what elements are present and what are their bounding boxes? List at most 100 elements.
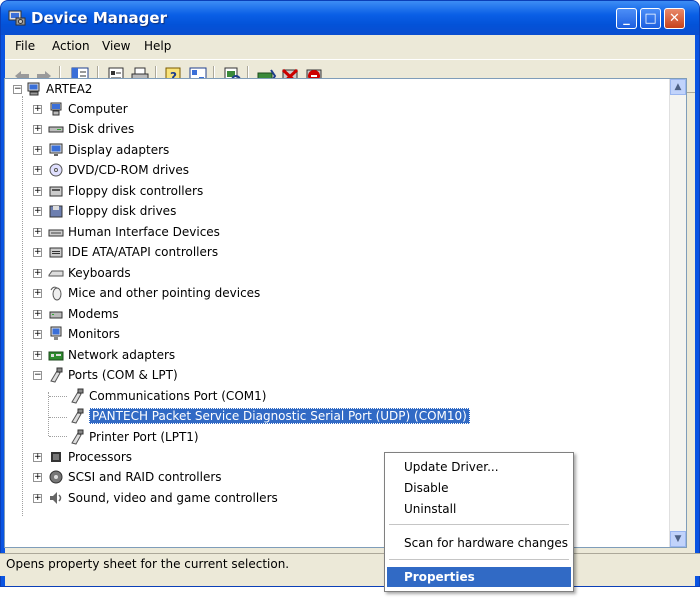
menu-item-update-driver[interactable]: Update Driver... bbox=[387, 457, 571, 477]
scroll-up-arrow-icon[interactable]: ▲ bbox=[670, 79, 686, 95]
computer-icon bbox=[50, 102, 62, 116]
expand-icon[interactable]: + bbox=[33, 493, 42, 503]
tree-category-processors[interactable]: + Processors bbox=[33, 448, 132, 466]
close-icon: ✕ bbox=[669, 11, 680, 26]
context-menu: Update Driver... Disable Uninstall Scan … bbox=[384, 452, 574, 592]
status-bar: Opens property sheet for the current sel… bbox=[0, 553, 700, 576]
tree-category-label: Display adapters bbox=[68, 143, 170, 157]
tree-connector bbox=[22, 96, 23, 516]
tree-category-label: Computer bbox=[68, 102, 128, 116]
expand-icon[interactable]: + bbox=[33, 186, 42, 196]
floppy-drive-icon bbox=[49, 205, 63, 218]
collapse-icon[interactable]: − bbox=[13, 84, 22, 94]
expand-icon[interactable]: + bbox=[33, 247, 42, 257]
menu-item-properties[interactable]: Properties bbox=[387, 567, 571, 587]
floppy-controller-icon bbox=[49, 186, 63, 197]
tree-category-human-interface-devices[interactable]: + Human Interface Devices bbox=[33, 223, 220, 241]
close-button[interactable]: ✕ bbox=[664, 8, 685, 29]
tree-category-label: Disk drives bbox=[68, 122, 135, 136]
minimize-icon: _ bbox=[623, 11, 630, 26]
disk-drive-icon bbox=[48, 126, 64, 133]
title-bar[interactable]: Device Manager _ □ ✕ bbox=[1, 1, 699, 35]
tree-root-label: ARTEA2 bbox=[46, 82, 93, 96]
port-icon bbox=[71, 408, 84, 424]
tree-device-label-selected: PANTECH Packet Service Diagnostic Serial… bbox=[89, 408, 470, 424]
expand-icon[interactable]: + bbox=[33, 124, 42, 134]
expand-icon[interactable]: + bbox=[33, 145, 42, 155]
expand-icon[interactable]: + bbox=[33, 268, 42, 278]
modem-icon bbox=[49, 311, 63, 319]
expand-icon[interactable]: + bbox=[33, 227, 42, 237]
port-icon bbox=[71, 388, 84, 404]
tree-device-label: Communications Port (COM1) bbox=[89, 389, 267, 403]
tree-category-sound-video[interactable]: + Sound, video and game controllers bbox=[33, 489, 278, 507]
expand-icon[interactable]: + bbox=[33, 309, 42, 319]
scroll-down-arrow-icon[interactable]: ▼ bbox=[670, 531, 686, 547]
tree-device-com1[interactable]: Communications Port (COM1) bbox=[69, 387, 266, 405]
maximize-button[interactable]: □ bbox=[640, 8, 661, 29]
monitor-icon bbox=[50, 326, 62, 340]
dvd-drive-icon bbox=[49, 163, 63, 177]
keyboard-icon bbox=[48, 270, 64, 277]
tree-category-floppy-disk-drives[interactable]: + Floppy disk drives bbox=[33, 202, 176, 220]
tree-category-dvd-cd-rom-drives[interactable]: + DVD/CD-ROM drives bbox=[33, 161, 189, 179]
tree-category-keyboards[interactable]: + Keyboards bbox=[33, 264, 131, 282]
tree-category-ide-controllers[interactable]: + IDE ATA/ATAPI controllers bbox=[33, 243, 218, 261]
tree-category-label: Sound, video and game controllers bbox=[68, 491, 278, 505]
tree-category-label: Floppy disk controllers bbox=[68, 184, 204, 198]
expand-icon[interactable]: + bbox=[33, 350, 42, 360]
tree-category-label: Floppy disk drives bbox=[68, 204, 177, 218]
tree-category-label: Keyboards bbox=[68, 266, 131, 280]
tree-category-mice[interactable]: + Mice and other pointing devices bbox=[33, 284, 260, 302]
menu-file[interactable]: File bbox=[15, 39, 35, 53]
menu-help[interactable]: Help bbox=[144, 39, 171, 53]
sound-icon bbox=[50, 492, 62, 504]
ide-controller-icon bbox=[49, 247, 63, 258]
tree-category-scsi-raid[interactable]: + SCSI and RAID controllers bbox=[33, 468, 222, 486]
expand-icon[interactable]: + bbox=[33, 206, 42, 216]
display-adapter-icon bbox=[49, 143, 63, 156]
tree-category-modems[interactable]: + Modems bbox=[33, 305, 119, 323]
tree-category-monitors[interactable]: + Monitors bbox=[33, 325, 120, 343]
tree-connector bbox=[48, 392, 49, 436]
tree-category-label: IDE ATA/ATAPI controllers bbox=[68, 245, 219, 259]
tree-category-network-adapters[interactable]: + Network adapters bbox=[33, 346, 175, 364]
port-icon bbox=[50, 367, 63, 383]
expand-icon[interactable]: + bbox=[33, 165, 42, 175]
tree-device-pantech-com10[interactable]: PANTECH Packet Service Diagnostic Serial… bbox=[69, 407, 470, 425]
hid-icon bbox=[48, 229, 64, 237]
window-title: Device Manager bbox=[31, 9, 167, 27]
expand-icon[interactable]: + bbox=[33, 288, 42, 298]
expand-icon[interactable]: + bbox=[33, 104, 42, 114]
minimize-button[interactable]: _ bbox=[616, 8, 637, 29]
tree-category-floppy-disk-controllers[interactable]: + Floppy disk controllers bbox=[33, 182, 203, 200]
tree-category-computer[interactable]: + Computer bbox=[33, 100, 128, 118]
processor-icon bbox=[51, 452, 61, 462]
computer-icon bbox=[27, 82, 40, 96]
device-tree[interactable]: − ARTEA2 + Computer + Disk drives + Disp… bbox=[4, 78, 687, 548]
tree-connector bbox=[49, 417, 67, 418]
tree-category-label: Mice and other pointing devices bbox=[68, 286, 261, 300]
tree-root[interactable]: − ARTEA2 bbox=[13, 80, 92, 98]
tree-device-lpt1[interactable]: Printer Port (LPT1) bbox=[69, 428, 199, 446]
collapse-icon[interactable]: − bbox=[33, 370, 42, 380]
menu-item-uninstall[interactable]: Uninstall bbox=[387, 499, 571, 519]
menu-item-scan-hardware[interactable]: Scan for hardware changes bbox=[387, 533, 571, 553]
menu-action[interactable]: Action bbox=[52, 39, 90, 53]
expand-icon[interactable]: + bbox=[33, 452, 42, 462]
mouse-icon bbox=[50, 286, 62, 301]
tree-category-label: Human Interface Devices bbox=[68, 225, 220, 239]
menu-separator bbox=[389, 559, 569, 560]
tree-category-label: Modems bbox=[68, 307, 119, 321]
tree-device-label: Printer Port (LPT1) bbox=[89, 430, 199, 444]
menu-item-disable[interactable]: Disable bbox=[387, 478, 571, 498]
tree-category-disk-drives[interactable]: + Disk drives bbox=[33, 120, 134, 138]
port-icon bbox=[71, 429, 84, 445]
expand-icon[interactable]: + bbox=[33, 329, 42, 339]
tree-category-display-adapters[interactable]: + Display adapters bbox=[33, 141, 169, 159]
tree-category-label: Monitors bbox=[68, 327, 120, 341]
vertical-scrollbar[interactable]: ▲ ▼ bbox=[669, 79, 686, 547]
tree-category-ports[interactable]: − Ports (COM & LPT) bbox=[33, 366, 178, 384]
expand-icon[interactable]: + bbox=[33, 472, 42, 482]
menu-view[interactable]: View bbox=[102, 39, 130, 53]
